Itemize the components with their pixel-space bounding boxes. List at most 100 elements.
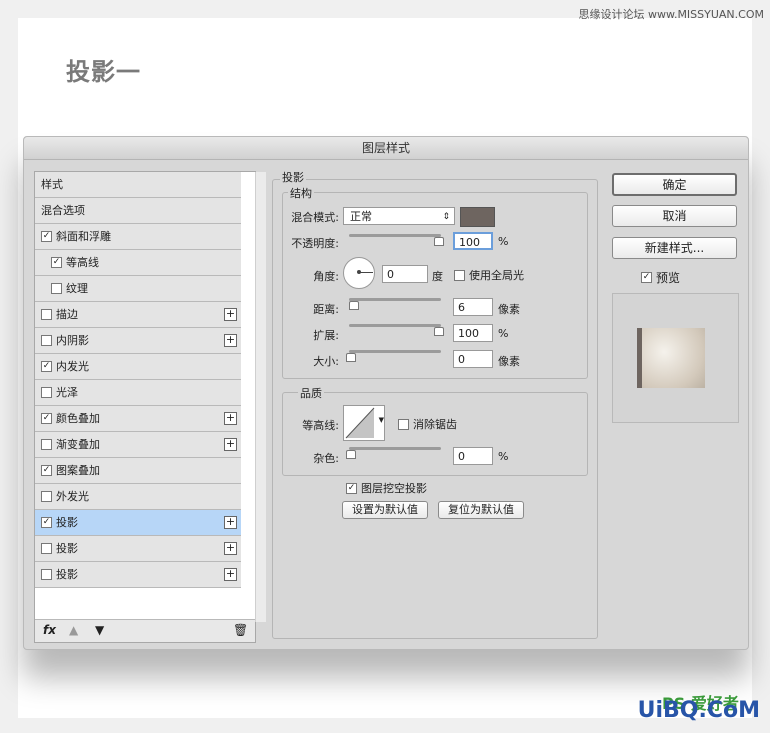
- set-default-button[interactable]: 设置为默认值: [342, 501, 428, 519]
- style-list-item[interactable]: 纹理: [35, 276, 241, 302]
- style-list-item[interactable]: ✓ 等高线: [35, 250, 241, 276]
- style-list-item-label: 混合选项: [41, 204, 85, 217]
- style-list-item[interactable]: ✓ 斜面和浮雕: [35, 224, 241, 250]
- checkbox-icon[interactable]: ✓: [41, 360, 52, 372]
- checkbox-icon[interactable]: [41, 490, 52, 502]
- size-input[interactable]: 0: [453, 350, 493, 368]
- style-list-item[interactable]: 样式: [35, 172, 241, 198]
- angle-dial[interactable]: [343, 257, 375, 289]
- spread-slider-knob[interactable]: [434, 327, 444, 336]
- style-list-item[interactable]: ✓ 图案叠加: [35, 458, 241, 484]
- angle-unit: 度: [432, 270, 443, 283]
- style-list-item[interactable]: 投影 +: [35, 536, 241, 562]
- checkbox-icon[interactable]: ✓: [51, 256, 62, 268]
- style-list-item[interactable]: 渐变叠加 +: [35, 432, 241, 458]
- checkbox-icon[interactable]: ✓: [41, 464, 52, 476]
- style-list-item[interactable]: ✓ 颜色叠加 +: [35, 406, 241, 432]
- fx-button[interactable]: fx: [43, 623, 56, 637]
- distance-label: 距离:: [313, 303, 339, 316]
- opacity-unit: %: [498, 235, 509, 248]
- style-list-item[interactable]: 混合选项: [35, 198, 241, 224]
- contour-picker[interactable]: ▼: [343, 405, 385, 441]
- new-style-button[interactable]: 新建样式...: [612, 237, 737, 259]
- layer-style-dialog: 图层样式 样式 混合选项 ✓ 斜面和浮雕 ✓ 等高线 纹理 描边 + 内阴影 + ✓ 内发光 光泽 ✓ 颜色叠…: [23, 136, 749, 650]
- noise-input[interactable]: 0: [453, 447, 493, 465]
- style-list-item-label: 投影: [56, 568, 78, 581]
- distance-slider-knob[interactable]: [348, 301, 359, 310]
- checkbox-icon[interactable]: ✓: [41, 516, 52, 528]
- drop-shadow-title: 投影: [280, 169, 306, 185]
- add-effect-icon[interactable]: +: [224, 412, 237, 425]
- cancel-button[interactable]: 取消: [612, 205, 737, 227]
- checkbox-icon[interactable]: ✓: [41, 412, 52, 424]
- spread-label: 扩展:: [313, 329, 339, 342]
- knockout-checkbox[interactable]: ✓ 图层挖空投影: [346, 480, 427, 496]
- add-effect-icon[interactable]: +: [224, 308, 237, 321]
- opacity-slider-knob[interactable]: [434, 237, 444, 246]
- spread-slider[interactable]: [349, 324, 441, 327]
- style-list-item[interactable]: 描边 +: [35, 302, 241, 328]
- distance-slider[interactable]: [349, 298, 441, 301]
- style-list-item[interactable]: ✓ 投影 +: [35, 510, 241, 536]
- reset-default-button[interactable]: 复位为默认值: [438, 501, 524, 519]
- checkbox-icon[interactable]: [41, 334, 52, 346]
- add-effect-icon[interactable]: +: [224, 568, 237, 581]
- style-list-items: 样式 混合选项 ✓ 斜面和浮雕 ✓ 等高线 纹理 描边 + 内阴影 + ✓ 内发光 光泽 ✓ 颜色叠加 + 渐变叠…: [35, 172, 241, 588]
- style-list-item-label: 投影: [56, 516, 78, 529]
- add-effect-icon[interactable]: +: [224, 334, 237, 347]
- checkbox-icon[interactable]: [41, 308, 52, 320]
- distance-input[interactable]: 6: [453, 298, 493, 316]
- size-slider[interactable]: [349, 350, 441, 353]
- style-list-scrollbar[interactable]: [255, 172, 266, 622]
- antialias-checkbox[interactable]: 消除锯齿: [398, 416, 457, 432]
- quality-title: 品质: [298, 385, 324, 401]
- style-list-toolbar: fx ▲ ▼ 🗑: [35, 619, 255, 642]
- checkbox-icon[interactable]: [41, 386, 52, 398]
- ok-button[interactable]: 确定: [612, 173, 737, 196]
- checkbox-icon[interactable]: [41, 542, 52, 554]
- style-list: 样式 混合选项 ✓ 斜面和浮雕 ✓ 等高线 纹理 描边 + 内阴影 + ✓ 内发光 光泽 ✓ 颜色叠加 + 渐变叠…: [34, 171, 266, 643]
- style-list-item-label: 内发光: [56, 360, 89, 373]
- style-list-item[interactable]: 内阴影 +: [35, 328, 241, 354]
- checkbox-icon[interactable]: [41, 438, 52, 450]
- spread-input[interactable]: 100: [453, 324, 493, 342]
- move-up-icon[interactable]: ▲: [69, 623, 78, 637]
- trash-icon[interactable]: 🗑: [233, 623, 248, 637]
- preview-checkbox[interactable]: ✓ 预览: [641, 269, 680, 286]
- angle-input[interactable]: 0: [382, 265, 428, 283]
- size-label: 大小:: [313, 355, 339, 368]
- spread-unit: %: [498, 327, 509, 340]
- opacity-slider[interactable]: [349, 234, 441, 237]
- add-effect-icon[interactable]: +: [224, 542, 237, 555]
- style-list-item-label: 外发光: [56, 490, 89, 503]
- style-list-item[interactable]: 投影 +: [35, 562, 241, 588]
- size-slider-knob[interactable]: [346, 353, 356, 362]
- watermark-bottom: UiBQ.CoM: [637, 698, 760, 723]
- shadow-color-swatch[interactable]: [460, 207, 495, 227]
- dialog-title: 图层样式: [24, 137, 748, 160]
- noise-slider[interactable]: [349, 447, 441, 450]
- checkbox-icon[interactable]: ✓: [41, 230, 52, 242]
- angle-dial-needle: [359, 272, 373, 273]
- opacity-label: 不透明度:: [291, 237, 339, 250]
- noise-slider-knob[interactable]: [346, 450, 356, 459]
- blend-mode-select[interactable]: 正常 ⇕: [343, 207, 455, 225]
- global-light-label: 使用全局光: [469, 269, 524, 282]
- checkbox-icon: [398, 418, 409, 430]
- style-list-item-label: 样式: [41, 178, 63, 191]
- opacity-input[interactable]: 100: [453, 232, 493, 250]
- style-list-item-label: 等高线: [66, 256, 99, 269]
- style-list-item[interactable]: 外发光: [35, 484, 241, 510]
- distance-unit: 像素: [498, 303, 520, 316]
- style-list-item[interactable]: ✓ 内发光: [35, 354, 241, 380]
- contour-curve-icon: [345, 407, 375, 439]
- angle-dial-center: [357, 270, 361, 274]
- global-light-checkbox[interactable]: 使用全局光: [454, 267, 524, 283]
- checkbox-icon[interactable]: [41, 568, 52, 580]
- move-down-icon[interactable]: ▼: [95, 623, 104, 637]
- updown-arrow-icon: ⇕: [442, 212, 450, 222]
- style-list-item[interactable]: 光泽: [35, 380, 241, 406]
- add-effect-icon[interactable]: +: [224, 516, 237, 529]
- add-effect-icon[interactable]: +: [224, 438, 237, 451]
- checkbox-icon[interactable]: [51, 282, 62, 294]
